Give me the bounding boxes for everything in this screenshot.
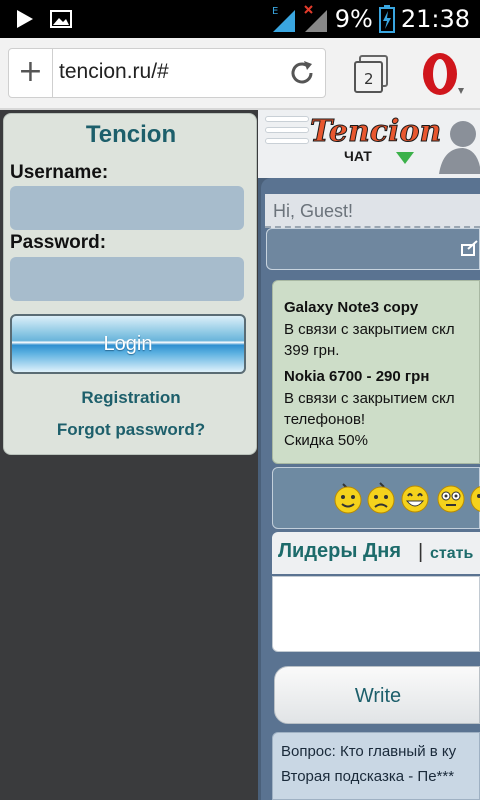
password-label: Password:	[10, 232, 107, 253]
ad-text: В связи с закрытием скл	[284, 390, 455, 407]
write-label: Write	[354, 685, 402, 707]
smiley-eyes-icon[interactable]	[436, 482, 466, 514]
image-icon	[50, 10, 72, 28]
greeting-text: Hi, Guest!	[273, 201, 354, 221]
ad-text: В связи с закрытием скл	[284, 321, 455, 338]
ad-text: телефонов!	[284, 411, 366, 428]
opera-menu-icon[interactable]	[418, 50, 466, 98]
quiz-box: Вопрос: Кто главный в ку Вторая подсказк…	[272, 732, 480, 800]
password-input[interactable]	[10, 257, 244, 301]
smiley-bar	[272, 467, 480, 529]
tabs-button[interactable]: 2	[353, 55, 389, 95]
menu-icon[interactable]	[265, 116, 309, 152]
url-text[interactable]: tencion.ru/#	[59, 60, 169, 84]
signal-e-icon: E	[272, 6, 295, 32]
signal-x-icon	[304, 5, 327, 32]
signal-e-label: E	[272, 6, 278, 17]
registration-link[interactable]: Registration	[4, 388, 258, 408]
battery-icon	[378, 5, 395, 33]
guest-bar: Hi, Guest!	[265, 194, 480, 228]
smiley-surprised-icon[interactable]	[469, 482, 480, 514]
username-input[interactable]	[10, 186, 244, 230]
address-bar[interactable]: + tencion.ru/#	[8, 48, 326, 98]
leaders-separator: |	[418, 541, 424, 563]
mascot-figure-icon	[439, 121, 480, 174]
leaders-header: Лидеры Дня | стать	[272, 532, 480, 574]
leaders-become-link[interactable]: стать	[430, 545, 473, 563]
ad-text: Скидка 50%	[284, 432, 368, 449]
play-icon	[17, 10, 33, 28]
status-bar: E 9% 21:38	[0, 0, 480, 38]
share-icon[interactable]	[461, 239, 479, 257]
ad-title[interactable]: Galaxy Note3 copy	[284, 299, 418, 316]
ads-box: Galaxy Note3 copy В связи с закрытием ск…	[272, 280, 480, 464]
site-header: Tencion ЧАТ	[258, 110, 480, 178]
write-button[interactable]: Write	[274, 666, 480, 724]
battery-percent: 9%	[334, 5, 373, 33]
username-label: Username:	[10, 162, 109, 183]
login-button[interactable]: Login	[10, 314, 246, 374]
logo-arrow-icon	[396, 152, 414, 164]
tab-count: 2	[364, 70, 374, 88]
ad-text: 399 грн.	[284, 342, 340, 359]
quiz-question: Вопрос: Кто главный в ку	[281, 743, 457, 760]
add-bookmark-icon[interactable]: +	[9, 49, 53, 97]
site-logo-sub: ЧАТ	[344, 148, 372, 164]
smiley-grin-icon[interactable]	[400, 482, 430, 514]
clock: 21:38	[400, 5, 470, 33]
site-content: Tencion ЧАТ Hi, Guest! Galaxy Note3 copy…	[258, 110, 480, 800]
forgot-password-link[interactable]: Forgot password?	[4, 420, 258, 440]
login-title: Tencion	[85, 121, 177, 148]
leaders-title: Лидеры Дня	[278, 540, 401, 562]
site-logo[interactable]: Tencion	[309, 114, 441, 150]
login-panel: Tencion Username: Password: Login Regist…	[3, 113, 257, 455]
ad-title[interactable]: Nokia 6700 - 290 грн	[284, 368, 429, 385]
leaders-list	[272, 576, 480, 652]
tools-bar	[266, 228, 480, 270]
smiley-sad-icon[interactable]	[366, 482, 396, 514]
browser-toolbar: + tencion.ru/# 2	[0, 38, 480, 110]
quiz-hint: Вторая подсказка - Пе***	[281, 768, 455, 785]
reload-icon[interactable]	[287, 58, 317, 88]
smiley-icon[interactable]	[333, 482, 363, 514]
